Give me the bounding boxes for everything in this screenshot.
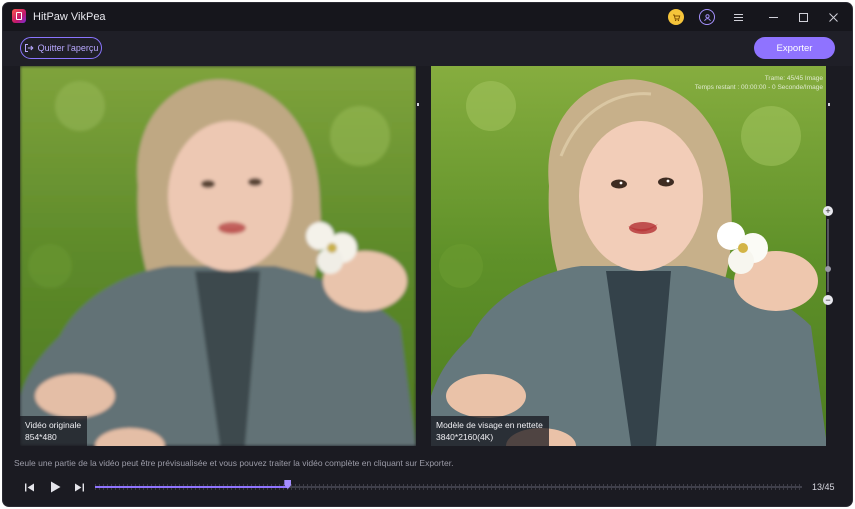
play-icon[interactable]	[48, 480, 62, 494]
toolbar: Quitter l'aperçu Exporter	[3, 31, 852, 66]
titlebar: HitPaw VikPea	[3, 3, 852, 31]
playback-controls: 13/45	[3, 472, 852, 502]
next-frame-icon[interactable]	[72, 480, 86, 494]
original-video-frame	[20, 66, 416, 446]
processing-info-overlay: Trame: 45/45 Image Temps restant : 00:00…	[695, 74, 823, 92]
user-icon[interactable]	[699, 9, 715, 25]
app-logo-icon	[12, 9, 26, 23]
enhanced-resolution: 3840*2160(4K)	[436, 432, 494, 442]
frame-info: Trame: 45/45 Image	[764, 75, 823, 82]
enhanced-info-badge: Modèle de visage en nettete 3840*2160(4K…	[431, 416, 549, 446]
zoom-rail	[826, 66, 852, 446]
preview-notice: Seule une partie de la vidéo peut être p…	[14, 458, 454, 468]
maximize-icon[interactable]	[795, 9, 811, 25]
app-title: HitPaw VikPea	[33, 11, 106, 23]
zoom-slider-track[interactable]	[827, 219, 829, 292]
enhanced-video-frame	[431, 66, 827, 446]
close-icon[interactable]	[825, 9, 841, 25]
cart-icon[interactable]	[668, 9, 684, 25]
previous-frame-icon[interactable]	[22, 480, 36, 494]
quit-preview-label: Quitter l'aperçu	[37, 43, 99, 53]
app-window: HitPaw VikPea Quitter l'aperçu Exporter	[3, 3, 852, 506]
enhanced-preview-panel[interactable]: Trame: 45/45 Image Temps restant : 00:00…	[431, 66, 827, 446]
original-preview-panel[interactable]: Vidéo originale 854*480	[20, 66, 416, 446]
frame-counter: 13/45	[812, 482, 835, 492]
menu-icon[interactable]	[730, 9, 746, 25]
timeline-progress	[95, 486, 288, 488]
zoom-out-button[interactable]: −	[823, 295, 833, 305]
quit-preview-button[interactable]: Quitter l'aperçu	[20, 37, 102, 59]
original-resolution: 854*480	[25, 432, 57, 442]
exit-icon	[24, 44, 34, 52]
original-info-badge: Vidéo originale 854*480	[20, 416, 88, 446]
time-remaining-info: Temps restant : 00:00:00 - 0 Seconde/Ima…	[694, 84, 823, 91]
export-button[interactable]: Exporter	[754, 37, 835, 59]
minimize-icon[interactable]	[765, 9, 781, 25]
zoom-in-button[interactable]: +	[823, 206, 833, 216]
original-label: Vidéo originale	[25, 420, 82, 430]
split-divider-handle[interactable]	[417, 103, 419, 106]
zoom-rail-handle	[828, 103, 830, 106]
timeline-track[interactable]	[95, 486, 802, 488]
enhanced-label: Modèle de visage en nettete	[436, 420, 543, 430]
zoom-slider-thumb[interactable]	[825, 266, 831, 272]
